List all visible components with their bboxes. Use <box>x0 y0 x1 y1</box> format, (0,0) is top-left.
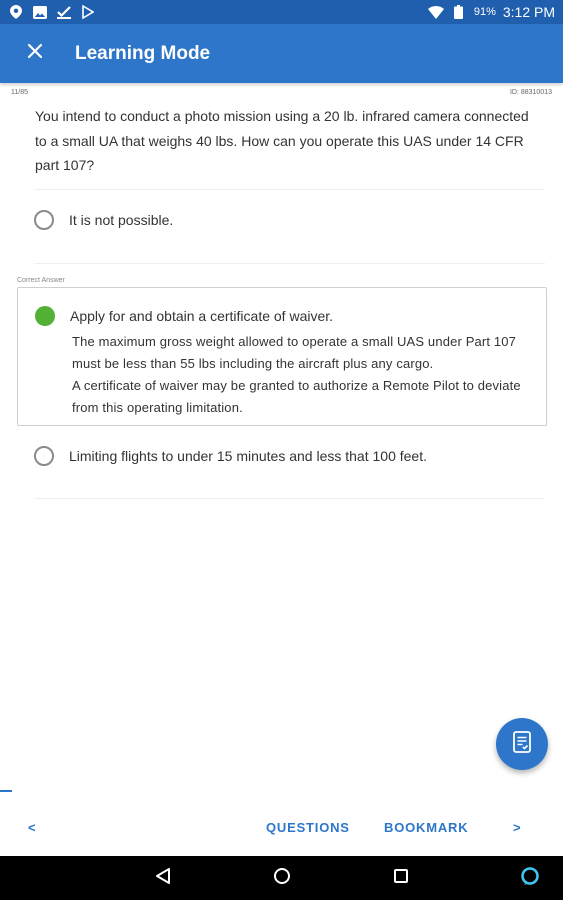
wifi-icon <box>427 4 444 20</box>
notes-icon <box>512 730 532 758</box>
radio-icon[interactable] <box>34 210 54 230</box>
correct-answer-label: Correct Answer <box>17 277 65 284</box>
assistant-button[interactable] <box>510 856 550 900</box>
divider <box>35 189 545 190</box>
option-1[interactable]: It is not possible. <box>34 210 173 230</box>
explanation-paragraph: The maximum gross weight allowed to oper… <box>72 334 517 371</box>
question-counter: 11/85 <box>11 89 28 96</box>
status-left <box>8 4 96 20</box>
home-circle-icon <box>273 867 291 890</box>
close-button[interactable] <box>0 24 70 83</box>
question-id: ID: 88310013 <box>509 89 552 96</box>
system-nav-bar <box>0 856 563 900</box>
back-triangle-icon <box>155 867 171 890</box>
option-label: It is not possible. <box>69 212 174 228</box>
explanation-paragraph: A certificate of waiver may be granted t… <box>72 378 521 415</box>
option-label: Apply for and obtain a certificate of wa… <box>70 308 334 324</box>
status-right: 91% 3:12 PM <box>427 4 555 20</box>
divider <box>35 263 545 264</box>
option-3[interactable]: Limiting flights to under 15 minutes and… <box>34 446 427 466</box>
status-bar: 91% 3:12 PM <box>0 0 563 24</box>
progress-bar <box>0 790 12 792</box>
page-title: Learning Mode <box>75 42 211 64</box>
option-label: Limiting flights to under 15 minutes and… <box>69 448 427 464</box>
radio-checked-icon[interactable] <box>35 306 55 326</box>
bottom-nav: < QUESTIONS BOOKMARK > <box>0 798 563 856</box>
status-time: 3:12 PM <box>502 4 555 20</box>
play-store-icon <box>80 4 96 20</box>
system-back-button[interactable] <box>143 856 183 900</box>
questions-button[interactable]: QUESTIONS <box>266 798 350 856</box>
bookmark-button[interactable]: BOOKMARK <box>384 798 468 856</box>
image-icon <box>32 4 48 20</box>
answer-explanation: The maximum gross weight allowed to oper… <box>72 331 542 419</box>
check-icon <box>56 4 72 20</box>
recents-square-icon <box>393 868 409 889</box>
close-icon <box>27 43 43 64</box>
divider <box>35 498 545 499</box>
notes-fab-button[interactable] <box>496 718 548 770</box>
app-bar: Learning Mode <box>0 24 563 83</box>
question-meta: 11/85 ID: 88310013 <box>11 89 552 96</box>
question-text: You intend to conduct a photo mission us… <box>35 108 529 173</box>
system-recents-button[interactable] <box>381 856 421 900</box>
system-home-button[interactable] <box>262 856 302 900</box>
radio-icon[interactable] <box>34 446 54 466</box>
battery-icon <box>451 4 467 20</box>
battery-percent: 91% <box>473 6 496 18</box>
next-button[interactable]: > <box>513 798 521 856</box>
alexa-icon <box>520 866 540 891</box>
location-icon <box>8 4 24 20</box>
option-2[interactable]: Apply for and obtain a certificate of wa… <box>35 306 333 326</box>
correct-answer-card: Apply for and obtain a certificate of wa… <box>17 287 547 426</box>
previous-button[interactable]: < <box>28 798 36 856</box>
